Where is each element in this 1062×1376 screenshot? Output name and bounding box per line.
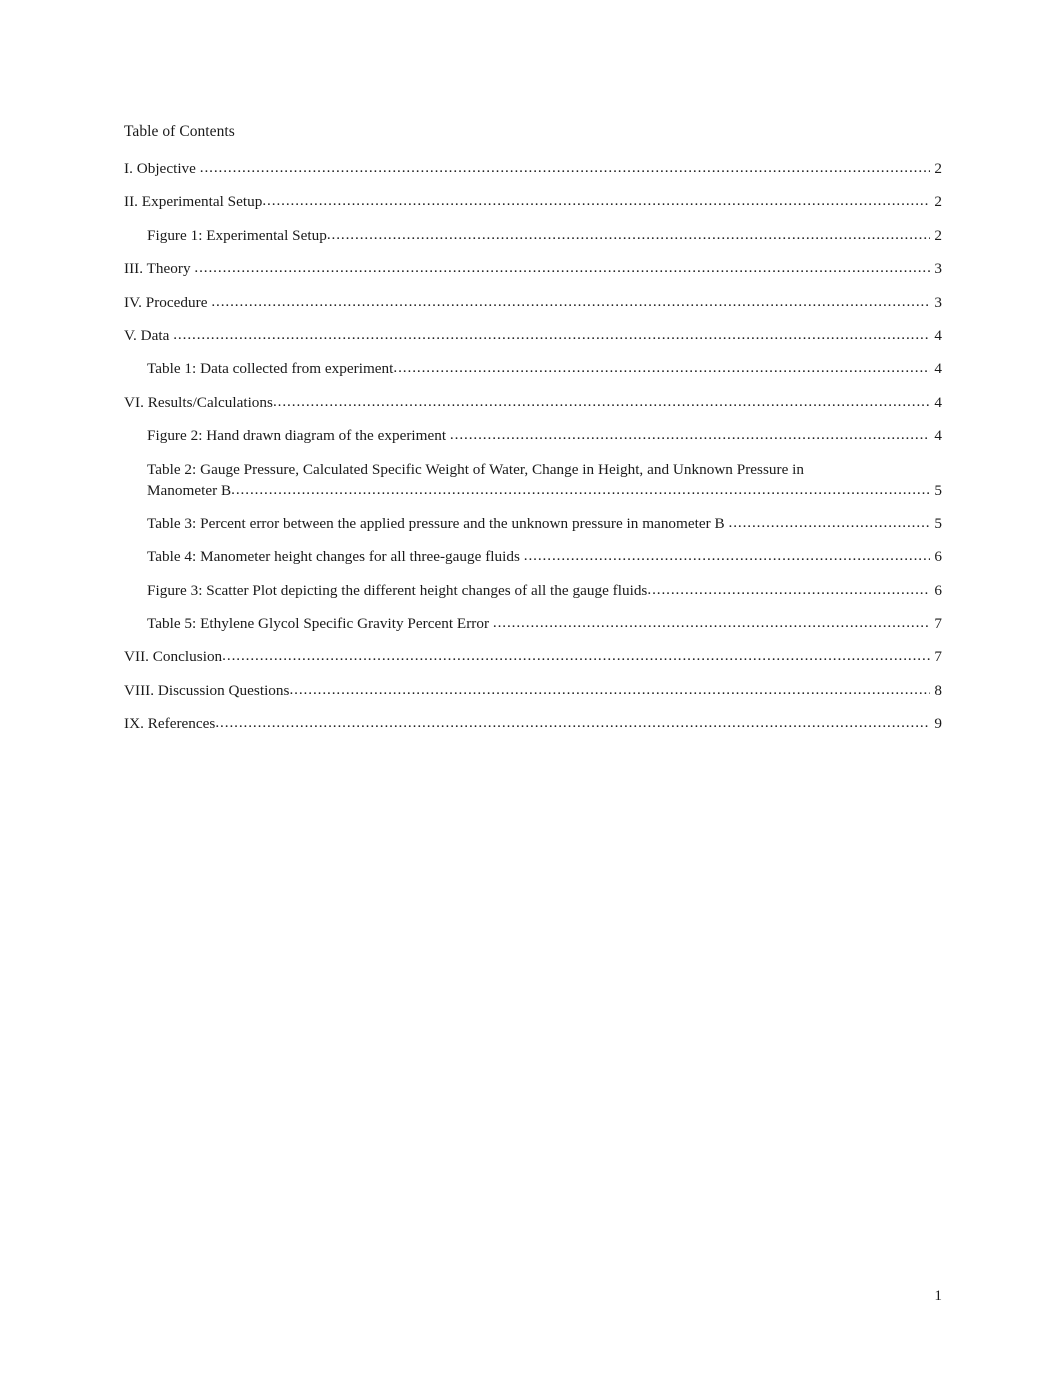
toc-entry-page-number: 5 <box>934 481 942 499</box>
toc-entry[interactable]: VI. Results/Calculations 4 <box>124 392 942 413</box>
toc-entry-page-number: 8 <box>934 681 942 699</box>
toc-entry-title: Figure 3: Scatter Plot depicting the dif… <box>147 581 648 599</box>
toc-entry-page-number: 4 <box>934 393 942 411</box>
toc-entry-row: Manometer B 5 <box>147 480 942 501</box>
toc-leader-dots <box>647 579 930 600</box>
toc-entry-page-number: 7 <box>934 615 942 633</box>
toc-entry-page-number: 9 <box>934 715 942 733</box>
page-title: Table of Contents <box>124 123 235 140</box>
toc-entry-row: Figure 3: Scatter Plot depicting the dif… <box>147 580 942 601</box>
toc-entry-page-number: 4 <box>934 360 942 378</box>
toc-entry[interactable]: Table 5: Ethylene Glycol Specific Gravit… <box>124 613 942 634</box>
toc-entry[interactable]: II. Experimental Setup 2 <box>124 191 942 212</box>
toc-entry-title: V. Data <box>124 326 174 344</box>
document-page: Table of Contents I. Objective 2II. Expe… <box>0 0 1062 1376</box>
toc-entry-row: IX. References 9 <box>124 713 942 734</box>
toc-entry[interactable]: Figure 2: Hand drawn diagram of the expe… <box>124 425 942 446</box>
toc-leader-dots <box>200 157 930 178</box>
toc-leader-dots <box>262 190 930 211</box>
toc-entry[interactable]: IV. Procedure 3 <box>124 292 942 313</box>
toc-entry-row: Table 1: Data collected from experiment 4 <box>147 358 942 379</box>
toc-leader-dots <box>194 257 930 278</box>
toc-entry[interactable]: III. Theory 3 <box>124 258 942 279</box>
toc-entry-title: II. Experimental Setup <box>124 193 263 211</box>
toc-entry-title: Figure 1: Experimental Setup <box>147 226 327 244</box>
toc-entry-title: VII. Conclusion <box>124 648 223 666</box>
toc-entry-title-line-1: Table 2: Gauge Pressure, Calculated Spec… <box>147 460 805 478</box>
toc-entry-page-number: 4 <box>934 326 942 344</box>
toc-entry-row: Figure 1: Experimental Setup 2 <box>147 225 942 246</box>
toc-entry-title: Table 4: Manometer height changes for al… <box>147 548 524 566</box>
toc-entry-row: VI. Results/Calculations 4 <box>124 392 942 413</box>
toc-entry[interactable]: Figure 1: Experimental Setup 2 <box>124 225 942 246</box>
toc-entry-title: IV. Procedure <box>124 293 212 311</box>
toc-entry[interactable]: IX. References 9 <box>124 713 942 734</box>
toc-entry[interactable]: VIII. Discussion Questions 8 <box>124 680 942 701</box>
toc-entry[interactable]: V. Data 4 <box>124 325 942 346</box>
toc-entry-title: Figure 2: Hand drawn diagram of the expe… <box>147 427 450 445</box>
table-of-contents: Table of Contents I. Objective 2II. Expe… <box>124 122 942 747</box>
toc-entry-title: VIII. Discussion Questions <box>124 681 290 699</box>
page-number-footer: 1 <box>934 1287 942 1304</box>
toc-entry-page-number: 6 <box>934 581 942 599</box>
toc-entry-row: III. Theory 3 <box>124 258 942 279</box>
toc-leader-dots <box>524 545 930 566</box>
toc-entry[interactable]: Table 1: Data collected from experiment 4 <box>124 358 942 379</box>
toc-entry-row: VIII. Discussion Questions 8 <box>124 680 942 701</box>
toc-entry-page-number: 3 <box>934 293 942 311</box>
toc-entry-title: I. Objective <box>124 160 200 177</box>
toc-entry-page-number: 2 <box>934 226 942 244</box>
toc-entry-page-number: 2 <box>934 193 942 211</box>
toc-entry-row: Table 3: Percent error between the appli… <box>147 513 942 534</box>
toc-entry-title: Table 5: Ethylene Glycol Specific Gravit… <box>147 615 493 633</box>
toc-entry-row: VII. Conclusion 7 <box>124 646 942 667</box>
toc-entry[interactable]: I. Objective 2 <box>124 158 942 179</box>
toc-leader-dots <box>729 512 931 533</box>
toc-leader-dots <box>231 479 930 500</box>
toc-entry-title: Table 3: Percent error between the appli… <box>147 514 729 532</box>
toc-leader-dots <box>327 224 930 245</box>
toc-entry-row: II. Experimental Setup 2 <box>124 191 942 212</box>
toc-entry-row: IV. Procedure 3 <box>124 292 942 313</box>
toc-entry-title: Manometer B <box>147 481 232 499</box>
toc-leader-dots <box>222 645 930 666</box>
toc-entry-title: VI. Results/Calculations <box>124 393 273 411</box>
toc-entry[interactable]: Figure 3: Scatter Plot depicting the dif… <box>124 580 942 601</box>
toc-entry-title: IX. References <box>124 715 216 733</box>
toc-entry-title: III. Theory <box>124 260 195 278</box>
toc-entry-row: Table 4: Manometer height changes for al… <box>147 546 942 567</box>
toc-entry-row: V. Data 4 <box>124 325 942 346</box>
toc-entry-page-number: 7 <box>934 648 942 666</box>
toc-leader-dots <box>211 291 930 312</box>
toc-leader-dots <box>493 612 930 633</box>
toc-leader-dots <box>173 324 930 345</box>
toc-entry-page-number: 5 <box>934 514 942 532</box>
toc-leader-dots <box>289 679 930 700</box>
toc-entry-page-number: 4 <box>934 427 942 445</box>
toc-entry-page-number: 3 <box>934 260 942 278</box>
toc-entry-page-number: 2 <box>934 160 942 177</box>
toc-entry[interactable]: Table 3: Percent error between the appli… <box>124 513 942 534</box>
toc-entry-row: Figure 2: Hand drawn diagram of the expe… <box>147 425 942 446</box>
toc-entry[interactable]: Table 2: Gauge Pressure, Calculated Spec… <box>124 459 942 501</box>
toc-entry[interactable]: Table 4: Manometer height changes for al… <box>124 546 942 567</box>
toc-entry-page-number: 6 <box>934 548 942 566</box>
toc-entry-row: Table 5: Ethylene Glycol Specific Gravit… <box>147 613 942 634</box>
toc-entry[interactable]: VII. Conclusion 7 <box>124 646 942 667</box>
toc-leader-dots <box>215 712 930 733</box>
toc-entry-title: Table 1: Data collected from experiment <box>147 360 394 378</box>
toc-leader-dots <box>450 424 930 445</box>
toc-entry-row: I. Objective 2 <box>124 158 942 179</box>
toc-leader-dots <box>393 357 930 378</box>
toc-leader-dots <box>273 391 930 412</box>
toc-entry-list: I. Objective 2II. Experimental Setup2Fig… <box>124 158 942 734</box>
